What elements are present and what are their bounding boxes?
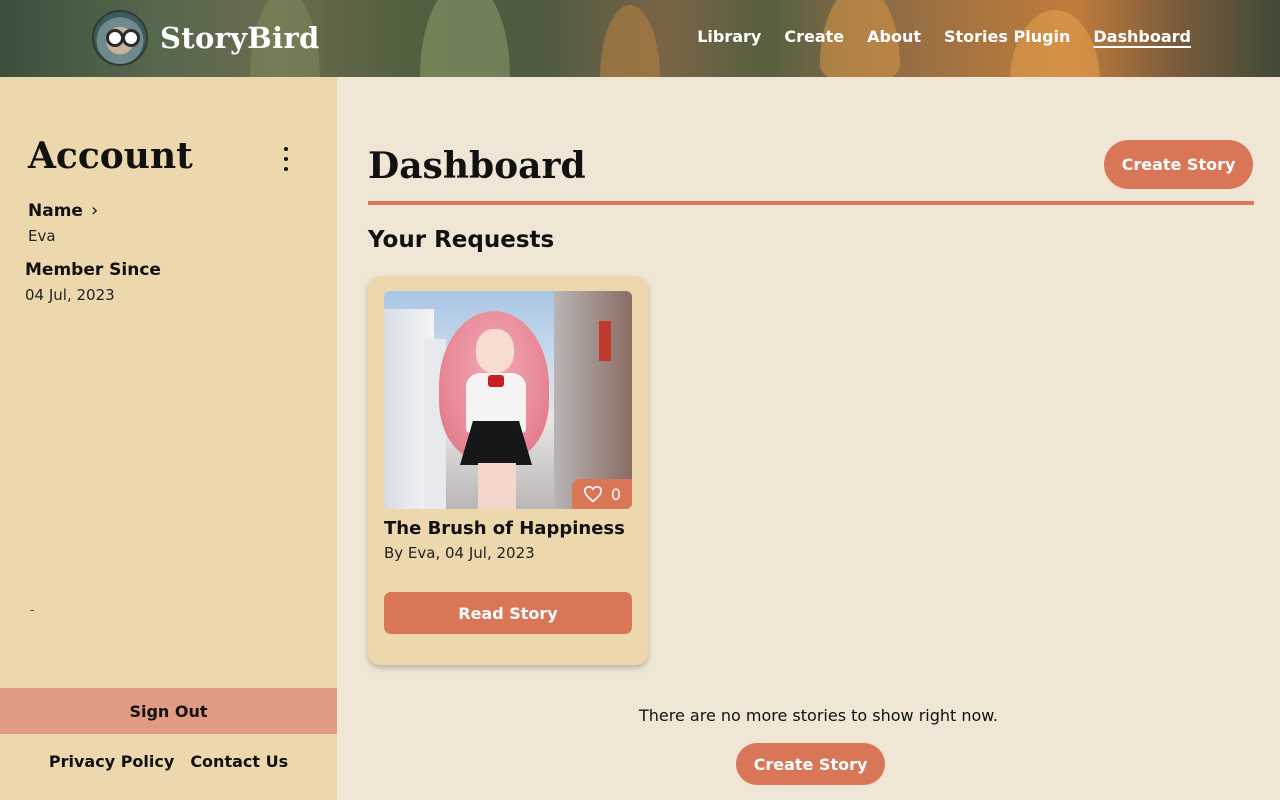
cover-character-face (476, 329, 514, 373)
story-title[interactable]: The Brush of Happiness (384, 518, 625, 539)
site-logo[interactable]: StoryBird (92, 10, 320, 66)
owl-logo-icon (92, 10, 148, 66)
nav-dashboard[interactable]: Dashboard (1093, 27, 1191, 46)
contact-us-link[interactable]: Contact Us (190, 752, 288, 771)
sign-out-button[interactable]: Sign Out (0, 688, 337, 734)
sidebar-dash: - (30, 603, 35, 617)
like-badge[interactable]: 0 (572, 479, 632, 509)
brand-name: StoryBird (160, 21, 320, 55)
cover-sign (599, 321, 611, 361)
create-story-button[interactable]: Create Story (1104, 140, 1253, 189)
title-divider (368, 201, 1254, 205)
account-sidebar: Account Name › Eva Member Since 04 Jul, … (0, 77, 337, 800)
story-card[interactable]: 0 The Brush of Happiness By Eva, 04 Jul,… (368, 276, 648, 665)
dashboard-main: Dashboard Create Story Your Requests 0 T… (337, 77, 1280, 800)
like-count: 0 (610, 484, 622, 504)
kebab-menu-icon[interactable] (276, 147, 296, 171)
member-since-value: 04 Jul, 2023 (25, 286, 115, 304)
story-cover-image[interactable]: 0 (384, 291, 632, 509)
cover-building (554, 291, 632, 509)
nav-stories-plugin[interactable]: Stories Plugin (944, 27, 1070, 46)
story-meta: By Eva, 04 Jul, 2023 (384, 544, 535, 562)
header-foliage (420, 0, 510, 77)
page-title: Dashboard (368, 145, 586, 187)
chevron-right-icon: › (90, 200, 99, 221)
read-story-button[interactable]: Read Story (384, 592, 632, 634)
heart-icon (583, 485, 602, 503)
section-title: Your Requests (368, 227, 555, 253)
footer-links: Privacy Policy Contact Us (0, 752, 337, 771)
header-foliage (600, 5, 660, 77)
empty-message: There are no more stories to show right … (639, 706, 999, 725)
create-story-bottom-button[interactable]: Create Story (736, 743, 885, 785)
nav-create[interactable]: Create (784, 27, 844, 46)
name-value: Eva (28, 227, 56, 245)
site-header: StoryBird Library Create About Stories P… (0, 0, 1280, 77)
name-row[interactable]: Name › (28, 201, 98, 221)
name-label: Name (28, 201, 83, 221)
account-title: Account (28, 135, 193, 177)
member-since-label: Member Since (25, 260, 161, 280)
cover-character-legs (478, 463, 516, 509)
main-nav: Library Create About Stories Plugin Dash… (697, 27, 1191, 46)
privacy-policy-link[interactable]: Privacy Policy (49, 752, 174, 771)
nav-library[interactable]: Library (697, 27, 761, 46)
cover-character-bow (488, 375, 504, 387)
nav-about[interactable]: About (867, 27, 921, 46)
